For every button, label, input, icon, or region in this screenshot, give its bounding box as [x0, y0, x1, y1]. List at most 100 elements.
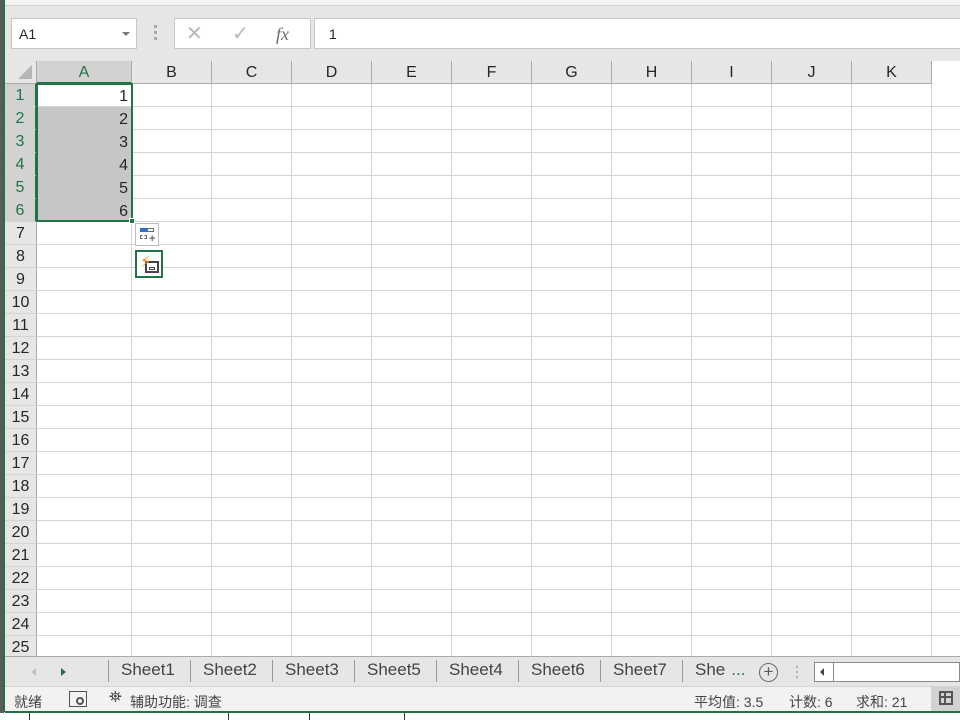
cancel-icon[interactable]: ✕ — [186, 23, 203, 45]
add-sheet-button[interactable]: + — [759, 663, 778, 682]
row-header-1[interactable]: 1 — [5, 84, 37, 107]
gridline — [37, 198, 960, 199]
scroll-tabs-right-icon[interactable] — [61, 668, 66, 676]
sheet-tab-label: Sheet7 — [613, 660, 667, 679]
sheet-tab-label: Sheet4 — [449, 660, 503, 679]
sheet-tab-sheet6[interactable]: Sheet6 — [518, 660, 585, 682]
macro-record-icon[interactable] — [69, 691, 87, 707]
column-header-B[interactable]: B — [132, 61, 212, 84]
row-header-10[interactable]: 10 — [5, 291, 37, 314]
scroll-tabs-left-icon[interactable] — [31, 668, 36, 676]
sheet-tab-label: Sheet5 — [367, 660, 421, 679]
insert-function-icon[interactable]: fx — [276, 23, 289, 45]
gridline — [37, 313, 960, 314]
accessibility-icon[interactable]: ⛯ — [109, 689, 122, 707]
sheet-tab-bar: Sheet1 Sheet2 Sheet3 Sheet5 Sheet4 Sheet6 Shee… — [5, 656, 960, 686]
sheet-tab-sheet3[interactable]: Sheet3 — [272, 660, 339, 682]
grip-icon[interactable] — [154, 25, 157, 41]
gridline — [37, 635, 960, 636]
sheet-tab-sheet5[interactable]: Sheet5 — [354, 660, 421, 682]
row-header-8[interactable]: 8 — [5, 245, 37, 268]
row-header-14[interactable]: 14 — [5, 383, 37, 406]
status-average: 平均值: 3.5 — [694, 694, 764, 710]
formula-input[interactable]: 1 — [314, 18, 960, 49]
gridline — [691, 84, 692, 656]
row-header-13[interactable]: 13 — [5, 360, 37, 383]
row-header-11[interactable]: 11 — [5, 314, 37, 337]
sheet-tab-sheet7[interactable]: Sheet7 — [600, 660, 667, 682]
row-header-25[interactable]: 25 — [5, 636, 37, 656]
scrollbar-thumb[interactable] — [833, 663, 834, 681]
row-header-9[interactable]: 9 — [5, 268, 37, 291]
gridline — [37, 612, 960, 613]
gridline — [37, 405, 960, 406]
more-sheets-ellipsis[interactable]: ... — [731, 660, 745, 679]
cell-A6[interactable]: 6 — [37, 199, 132, 222]
row-header-16[interactable]: 16 — [5, 429, 37, 452]
name-box-value: A1 — [19, 26, 37, 42]
sheet-tab-sheet4[interactable]: Sheet4 — [436, 660, 503, 682]
gridline — [37, 106, 960, 107]
row-header-21[interactable]: 21 — [5, 544, 37, 567]
column-header-F[interactable]: F — [452, 61, 532, 84]
row-header-18[interactable]: 18 — [5, 475, 37, 498]
auto-fill-options-button[interactable]: + — [135, 223, 159, 246]
scroll-left-icon[interactable] — [820, 668, 824, 676]
worksheet-grid[interactable]: A B C D E F G H I J K 1 2 3 4 5 6 7 8 9 10 11 12 13 14 15 16 17 18 19… — [5, 61, 960, 656]
gridline — [37, 474, 960, 475]
sheet-tab-sheet1[interactable]: Sheet1 — [108, 660, 175, 682]
sheet-tab-she[interactable]: She... — [682, 660, 745, 682]
row-header-5[interactable]: 5 — [5, 176, 37, 199]
gridline — [37, 566, 960, 567]
gridline — [37, 543, 960, 544]
formula-value: 1 — [329, 26, 337, 42]
sheet-tab-sheet2[interactable]: Sheet2 — [190, 660, 257, 682]
accessibility-status[interactable]: 辅助功能: 调查 — [130, 692, 222, 712]
column-header-J[interactable]: J — [772, 61, 852, 84]
chevron-down-icon[interactable] — [122, 32, 130, 36]
column-header-I[interactable]: I — [692, 61, 772, 84]
gridline — [37, 244, 960, 245]
gridline — [37, 382, 960, 383]
horizontal-scrollbar[interactable] — [814, 662, 960, 682]
column-header-C[interactable]: C — [212, 61, 292, 84]
cell-A2[interactable]: 2 — [37, 107, 132, 130]
status-count: 计数: 6 — [789, 694, 833, 710]
column-header-K[interactable]: K — [852, 61, 932, 84]
cell-A5[interactable]: 5 — [37, 176, 132, 199]
tab-splitter-handle[interactable] — [796, 666, 798, 681]
cell-A3[interactable]: 3 — [37, 130, 132, 153]
normal-view-button[interactable] — [931, 687, 960, 711]
column-header-H[interactable]: H — [612, 61, 692, 84]
gridline — [37, 359, 960, 360]
row-header-20[interactable]: 20 — [5, 521, 37, 544]
column-header-G[interactable]: G — [532, 61, 612, 84]
formula-bar: A1 ✕ ✓ fx 1 — [5, 6, 960, 61]
row-header-7[interactable]: 7 — [5, 222, 37, 245]
row-header-2[interactable]: 2 — [5, 107, 37, 130]
status-sum: 求和: 21 — [856, 694, 908, 710]
excel-window: A1 ✕ ✓ fx 1 A B C D E F G H I J K 1 2 3 4 5 6 7 8 9 10 11 12 13… — [0, 0, 960, 720]
row-header-24[interactable]: 24 — [5, 613, 37, 636]
row-header-6[interactable]: 6 — [5, 199, 37, 222]
gridline — [37, 520, 960, 521]
sheet-tab-label: Sheet6 — [531, 660, 585, 679]
row-header-23[interactable]: 23 — [5, 590, 37, 613]
select-all-button[interactable] — [5, 61, 37, 84]
cell-A4[interactable]: 4 — [37, 153, 132, 176]
row-header-12[interactable]: 12 — [5, 337, 37, 360]
enter-icon[interactable]: ✓ — [232, 23, 249, 45]
row-header-4[interactable]: 4 — [5, 153, 37, 176]
row-header-19[interactable]: 19 — [5, 498, 37, 521]
column-header-D[interactable]: D — [292, 61, 372, 84]
row-header-17[interactable]: 17 — [5, 452, 37, 475]
row-header-15[interactable]: 15 — [5, 406, 37, 429]
cell-A1[interactable]: 1 — [37, 84, 132, 107]
row-header-22[interactable]: 22 — [5, 567, 37, 590]
row-header-3[interactable]: 3 — [5, 130, 37, 153]
column-header-A[interactable]: A — [37, 61, 132, 84]
column-header-E[interactable]: E — [372, 61, 452, 84]
quick-analysis-button[interactable]: ⚡ — [135, 250, 163, 278]
sheet-tab-label: Sheet2 — [203, 660, 257, 679]
name-box[interactable]: A1 — [11, 18, 137, 49]
